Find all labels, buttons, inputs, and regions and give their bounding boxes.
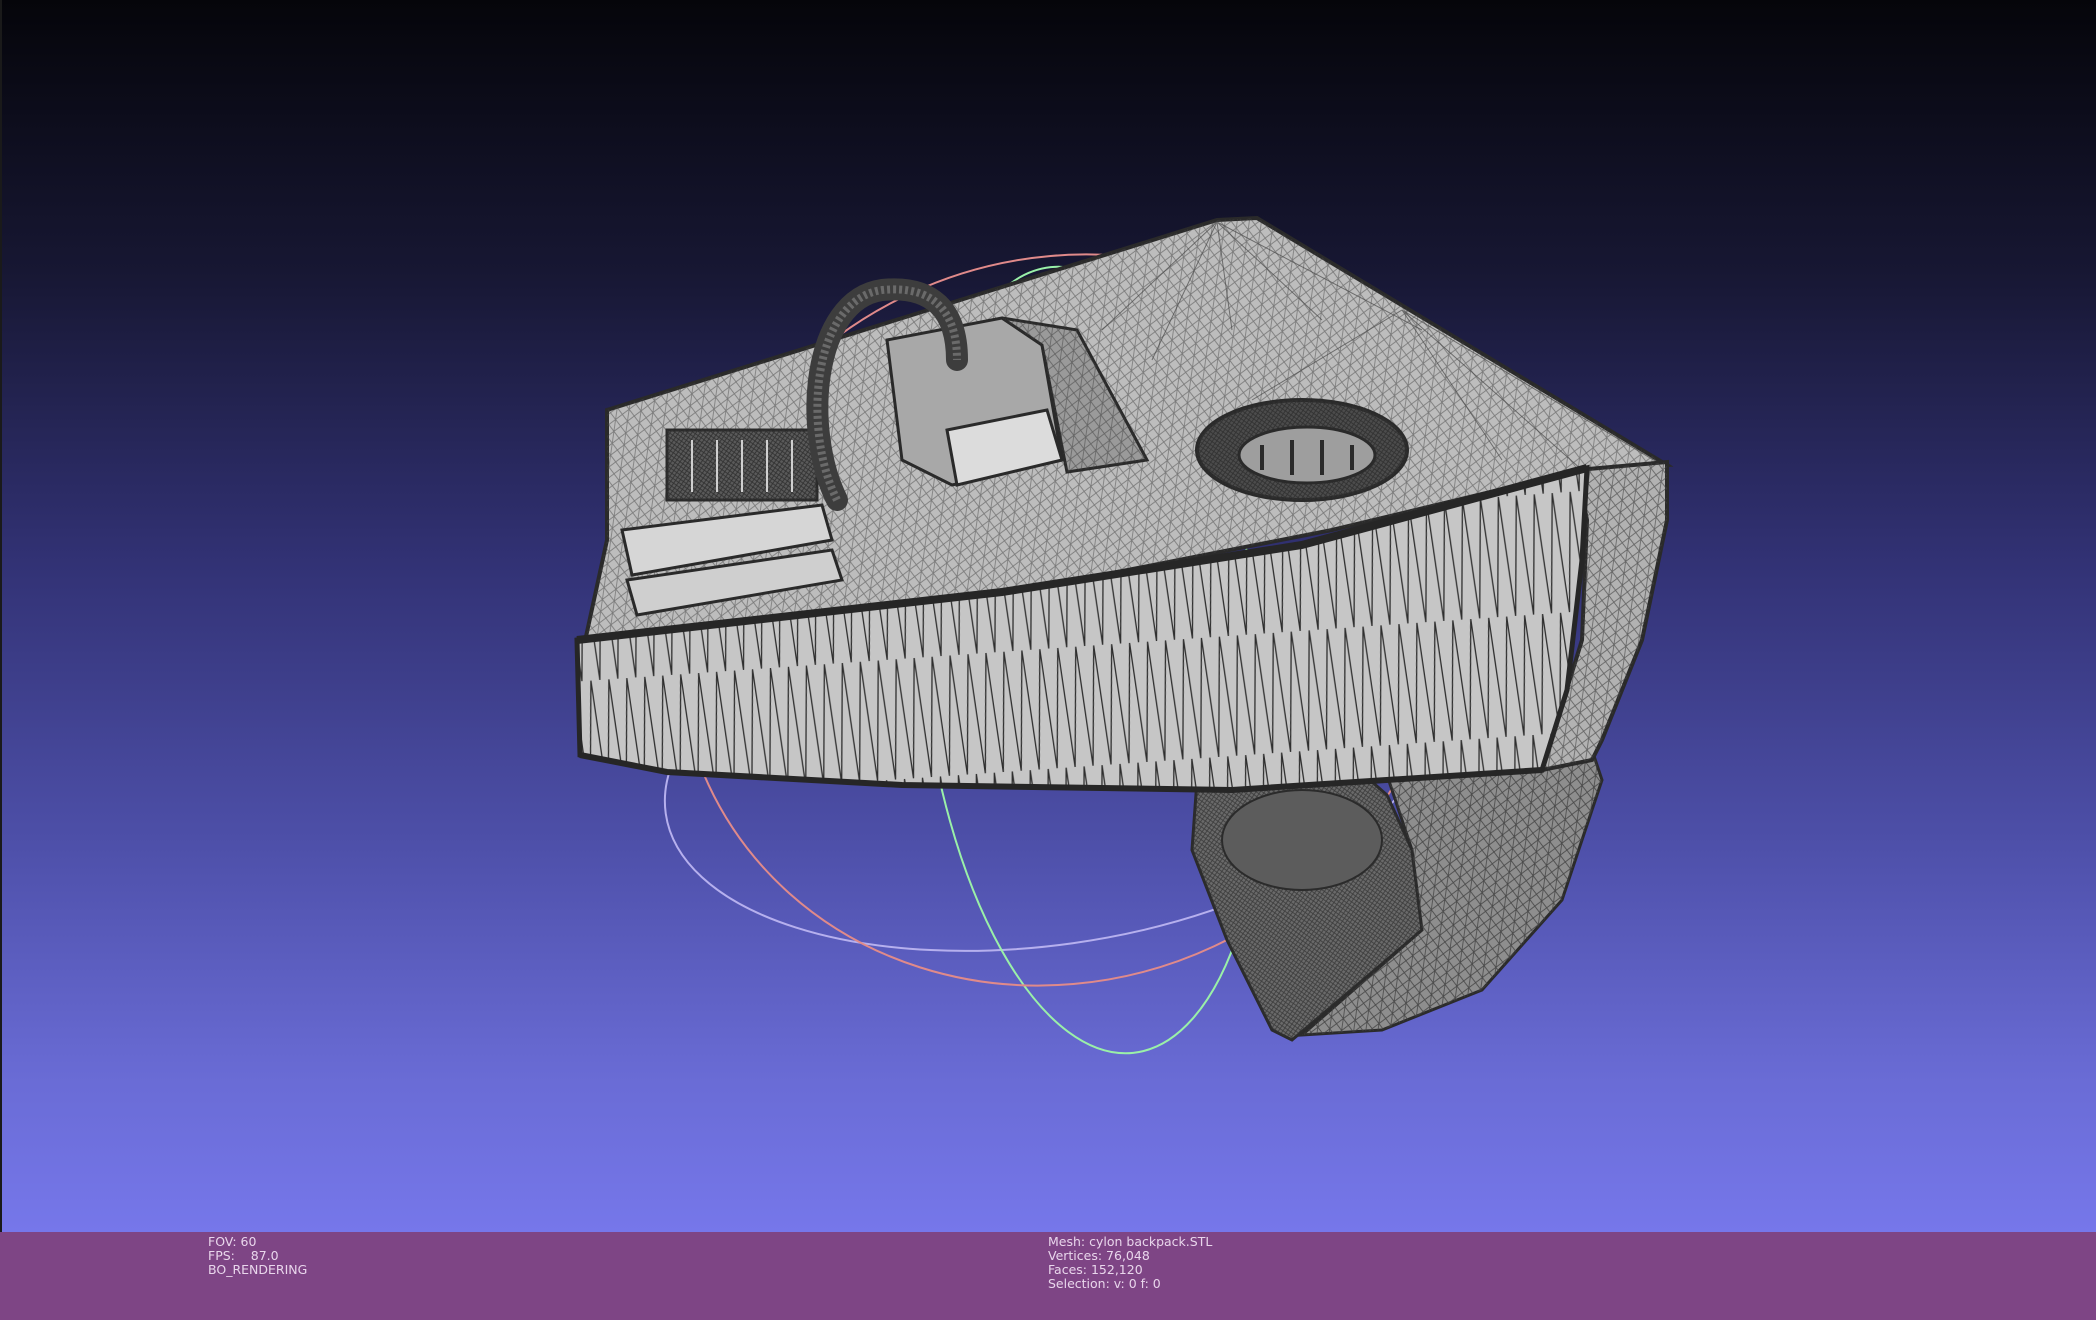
meshlab-window: FOV: 60 FPS: 87.0 BO_RENDERING Mesh: cyl… <box>0 0 2096 1320</box>
mesh-info: Mesh: cylon backpack.STL Vertices: 76,04… <box>1048 1235 1212 1291</box>
mesh-render[interactable] <box>2 0 2096 1232</box>
render-mode-readout: BO_RENDERING <box>208 1262 308 1277</box>
mesh-name-readout: Mesh: cylon backpack.STL <box>1048 1234 1213 1249</box>
vertices-readout: Vertices: 76,048 <box>1048 1248 1150 1263</box>
fov-readout: FOV: 60 <box>208 1234 257 1249</box>
3d-viewport[interactable] <box>0 0 2096 1232</box>
mesh-lower-strap <box>1190 748 1604 1042</box>
fps-readout: FPS: 87.0 <box>208 1248 279 1263</box>
render-info: FOV: 60 FPS: 87.0 BO_RENDERING <box>208 1235 307 1277</box>
faces-readout: Faces: 152,120 <box>1048 1262 1143 1277</box>
status-info-bar: FOV: 60 FPS: 87.0 BO_RENDERING Mesh: cyl… <box>0 1232 2096 1320</box>
selection-readout: Selection: v: 0 f: 0 <box>1048 1276 1161 1291</box>
